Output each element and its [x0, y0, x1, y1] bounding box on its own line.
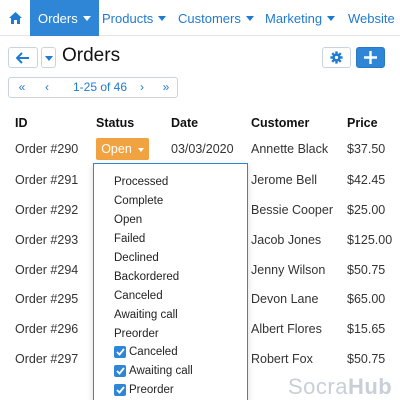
status-option-failed[interactable]: Failed: [114, 233, 145, 245]
chevron-down-icon: [82, 16, 91, 21]
customer-name: Jenny Wilson: [251, 263, 326, 277]
order-id[interactable]: Order #290: [15, 142, 78, 156]
plus-icon: [364, 51, 377, 64]
nav-orders[interactable]: Orders: [30, 0, 99, 36]
status-option-awaiting-call[interactable]: Awaiting call: [114, 309, 178, 321]
back-menu-button[interactable]: [41, 47, 56, 68]
status-dropdown-button[interactable]: Open: [96, 138, 149, 160]
column-header-price[interactable]: Price: [347, 116, 378, 130]
nav-website-label: Website: [348, 10, 395, 26]
nav-marketing[interactable]: Marketing: [265, 0, 336, 36]
status-option-processed[interactable]: Processed: [114, 176, 168, 188]
pagination: « ‹ 1-25 of 46 › »: [8, 77, 178, 98]
last-page-button[interactable]: »: [157, 78, 175, 97]
order-price: $50.75: [347, 263, 386, 277]
order-price: $42.45: [347, 173, 386, 187]
column-header-status[interactable]: Status: [96, 116, 134, 130]
chevron-down-icon: [327, 16, 336, 21]
customer-name: Bessie Cooper: [251, 203, 333, 217]
chevron-down-icon: [245, 16, 254, 21]
checkbox-checked-icon: [114, 384, 126, 396]
status-label: Open: [101, 142, 132, 156]
page-title: Orders: [62, 45, 121, 66]
customer-name: Devon Lane: [251, 292, 319, 306]
nav-customers[interactable]: Customers: [178, 0, 254, 36]
order-price: $65.00: [347, 292, 386, 306]
add-order-button[interactable]: [356, 47, 385, 68]
checkbox-label: Canceled: [129, 346, 178, 358]
order-price: $37.50: [347, 142, 386, 156]
checkbox-checked-icon: [114, 346, 126, 358]
settings-button[interactable]: [322, 47, 351, 68]
nav-marketing-label: Marketing: [265, 10, 323, 26]
nav-website[interactable]: Website: [348, 0, 400, 36]
nav-orders-label: Orders: [38, 10, 78, 26]
filter-checkbox-awaiting-call[interactable]: Awaiting call: [114, 365, 193, 377]
order-id[interactable]: Order #292: [15, 203, 78, 217]
checkbox-checked-icon: [114, 365, 126, 377]
home-icon[interactable]: [0, 0, 30, 36]
order-date: 03/03/2020: [171, 142, 234, 156]
column-header-id[interactable]: ID: [15, 116, 28, 130]
customer-name: Albert Flores: [251, 322, 322, 336]
page-range: 1-25 of 46: [72, 80, 128, 94]
status-option-preorder[interactable]: Preorder: [114, 328, 159, 340]
customer-name: Robert Fox: [251, 352, 313, 366]
gear-icon: [330, 51, 343, 64]
customer-name: Annette Black: [251, 142, 329, 156]
checkbox-label: Awaiting call: [129, 365, 193, 377]
customer-name: Jacob Jones: [251, 233, 322, 247]
customer-name: Jerome Bell: [251, 173, 317, 187]
chevron-down-icon: [137, 147, 144, 152]
order-price: $50.75: [347, 352, 386, 366]
order-id[interactable]: Order #297: [15, 352, 78, 366]
order-id[interactable]: Order #295: [15, 292, 78, 306]
prev-page-button[interactable]: ‹: [38, 78, 56, 97]
order-id[interactable]: Order #291: [15, 173, 78, 187]
nav-products[interactable]: Products: [102, 0, 167, 36]
status-option-declined[interactable]: Declined: [114, 252, 159, 264]
order-id[interactable]: Order #294: [15, 263, 78, 277]
status-option-backordered[interactable]: Backordered: [114, 271, 179, 283]
status-option-complete[interactable]: Complete: [114, 195, 163, 207]
checkbox-label: Preorder: [129, 384, 174, 396]
nav-products-label: Products: [102, 10, 154, 26]
status-option-open[interactable]: Open: [114, 214, 142, 226]
next-page-button[interactable]: ›: [133, 78, 151, 97]
chevron-down-icon: [158, 16, 167, 21]
arrow-left-icon: [16, 51, 29, 64]
status-dropdown-menu: Processed Complete Open Failed Declined …: [93, 163, 248, 400]
order-price: $15.65: [347, 322, 386, 336]
order-price: $125.00: [347, 233, 393, 247]
watermark-logo: SocraHub: [288, 374, 393, 399]
order-id[interactable]: Order #296: [15, 322, 78, 336]
order-id[interactable]: Order #293: [15, 233, 78, 247]
column-header-date[interactable]: Date: [171, 116, 198, 130]
filter-checkbox-preorder[interactable]: Preorder: [114, 384, 174, 396]
first-page-button[interactable]: «: [13, 78, 31, 97]
order-price: $25.00: [347, 203, 386, 217]
column-header-customer[interactable]: Customer: [251, 116, 309, 130]
top-nav: Orders Products Customers Marketing Webs…: [0, 0, 400, 36]
filter-checkbox-canceled[interactable]: Canceled: [114, 346, 178, 358]
back-button[interactable]: [8, 47, 38, 68]
chevron-down-icon: [44, 55, 53, 61]
nav-customers-label: Customers: [178, 10, 241, 26]
status-option-canceled[interactable]: Canceled: [114, 290, 163, 302]
